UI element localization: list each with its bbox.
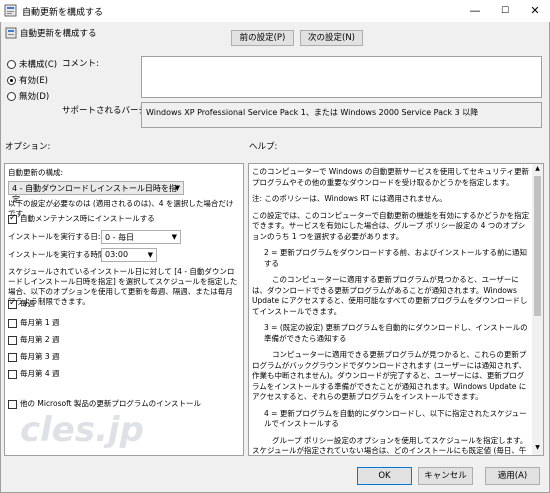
maintenance-checkbox[interactable]: [8, 213, 17, 224]
comment-textarea[interactable]: [141, 56, 542, 98]
not-configured-label: 未構成(C): [19, 60, 58, 70]
not-configured-radio[interactable]: [7, 60, 16, 69]
apply-button[interactable]: 適用(A): [485, 467, 540, 485]
title-bar: 自動更新を構成する — ☐ ✕: [0, 0, 550, 23]
minimize-button[interactable]: —: [460, 0, 490, 22]
install-day-label: インストールを実行する日:: [8, 232, 101, 241]
help-paragraph: このコンピューターで Windows の自動更新サービスを使用してセキュリティ更…: [252, 167, 530, 187]
install-day-dropdown[interactable]: 0 - 毎日 ▼: [101, 230, 181, 244]
chevron-down-icon: ▼: [171, 233, 177, 241]
install-time-label: インストールを実行する時間:: [8, 250, 108, 259]
options-label: オプション:: [5, 142, 51, 152]
maintenance-label: 自動メンテナンス時にインストールする: [20, 214, 155, 223]
close-button[interactable]: ✕: [520, 0, 550, 22]
week4-label: 毎月第 4 週: [20, 369, 60, 378]
configure-dropdown[interactable]: 4 - 自動ダウンロードしインストール日時を指定 ▼: [8, 181, 184, 204]
help-paragraph: 3 = (既定の設定) 更新プログラムを自動的にダウンロードし、インストールの準…: [264, 323, 528, 343]
week1-label: 毎月第 1 週: [20, 318, 60, 327]
enabled-radio[interactable]: [7, 76, 16, 85]
weekly-checkbox[interactable]: [8, 298, 17, 309]
install-time-value: 03:00: [105, 250, 129, 259]
week1-checkbox[interactable]: [8, 319, 17, 328]
install-day-value: 0 - 毎日: [105, 233, 135, 242]
enabled-label: 有効(E): [19, 76, 49, 86]
maximize-button[interactable]: ☐: [490, 0, 520, 22]
install-time-dropdown[interactable]: 03:00 ▼: [101, 248, 157, 262]
setting-icon: [5, 27, 17, 39]
help-paragraph: グループ ポリシー設定のオプションを使用してスケジュールを指定します。スケジュー…: [252, 435, 528, 456]
help-scrollbar[interactable]: ▲ ▼: [532, 164, 543, 455]
ok-button[interactable]: OK: [357, 467, 412, 485]
scrollbar-thumb[interactable]: [534, 176, 541, 316]
configure-label: 自動更新の構成:: [8, 168, 64, 177]
help-paragraph: この設定では、このコンピューターで自動更新の機能を有効にするかどうかを指定できま…: [252, 210, 530, 241]
scroll-down-icon[interactable]: ▼: [533, 444, 542, 453]
week3-label: 毎月第 3 週: [20, 352, 60, 361]
help-label: ヘルプ:: [249, 142, 278, 152]
week4-checkbox[interactable]: [8, 370, 17, 379]
comment-label: コメント:: [62, 59, 99, 69]
week2-checkbox[interactable]: [8, 336, 17, 345]
supported-value: Windows XP Professional Service Pack 1、ま…: [141, 102, 542, 128]
other-products-label: 他の Microsoft 製品の更新プログラムのインストール: [20, 399, 202, 408]
disabled-label: 無効(D): [19, 92, 50, 102]
help-paragraph: コンピューターに適用できる更新プログラムが見つかると、これらの更新プログラムがバ…: [252, 350, 527, 401]
disabled-radio[interactable]: [7, 92, 16, 101]
help-paragraph: 2 = 更新プログラムをダウンロードする前、およびインストールする前に通知する: [264, 248, 527, 268]
cancel-button[interactable]: キャンセル: [418, 467, 473, 485]
chevron-down-icon: ▼: [174, 184, 180, 192]
week3-checkbox[interactable]: [8, 353, 17, 362]
weekly-label: 毎週: [20, 299, 35, 308]
help-panel: このコンピューターで Windows の自動更新サービスを使用してセキュリティ更…: [248, 163, 544, 456]
schedule-note: スケジュールされているインストール日に対して [4 - 自動ダウンロードしインス…: [8, 267, 238, 306]
policy-icon: [4, 4, 17, 17]
scroll-up-icon[interactable]: ▲: [533, 165, 542, 174]
chevron-down-icon: ▼: [147, 251, 153, 259]
help-paragraph: このコンピューターに適用する更新プログラムが見つかると、ユーザーには、ダウンロー…: [252, 275, 528, 316]
next-setting-button[interactable]: 次の設定(N): [300, 30, 363, 46]
window-title: 自動更新を構成する: [22, 8, 104, 18]
help-paragraph: 注: このポリシーは、Windows RT には適用されません。: [252, 194, 447, 203]
watermark-logo: cles.jp: [20, 410, 145, 450]
other-products-checkbox[interactable]: [8, 400, 17, 409]
setting-name: 自動更新を構成する: [20, 29, 97, 39]
week2-label: 毎月第 2 週: [20, 335, 60, 344]
previous-setting-button[interactable]: 前の設定(P): [231, 30, 294, 46]
help-paragraph: 4 = 更新プログラムを自動的にダウンロードし、以下に指定されたスケジュールでイ…: [264, 408, 527, 429]
